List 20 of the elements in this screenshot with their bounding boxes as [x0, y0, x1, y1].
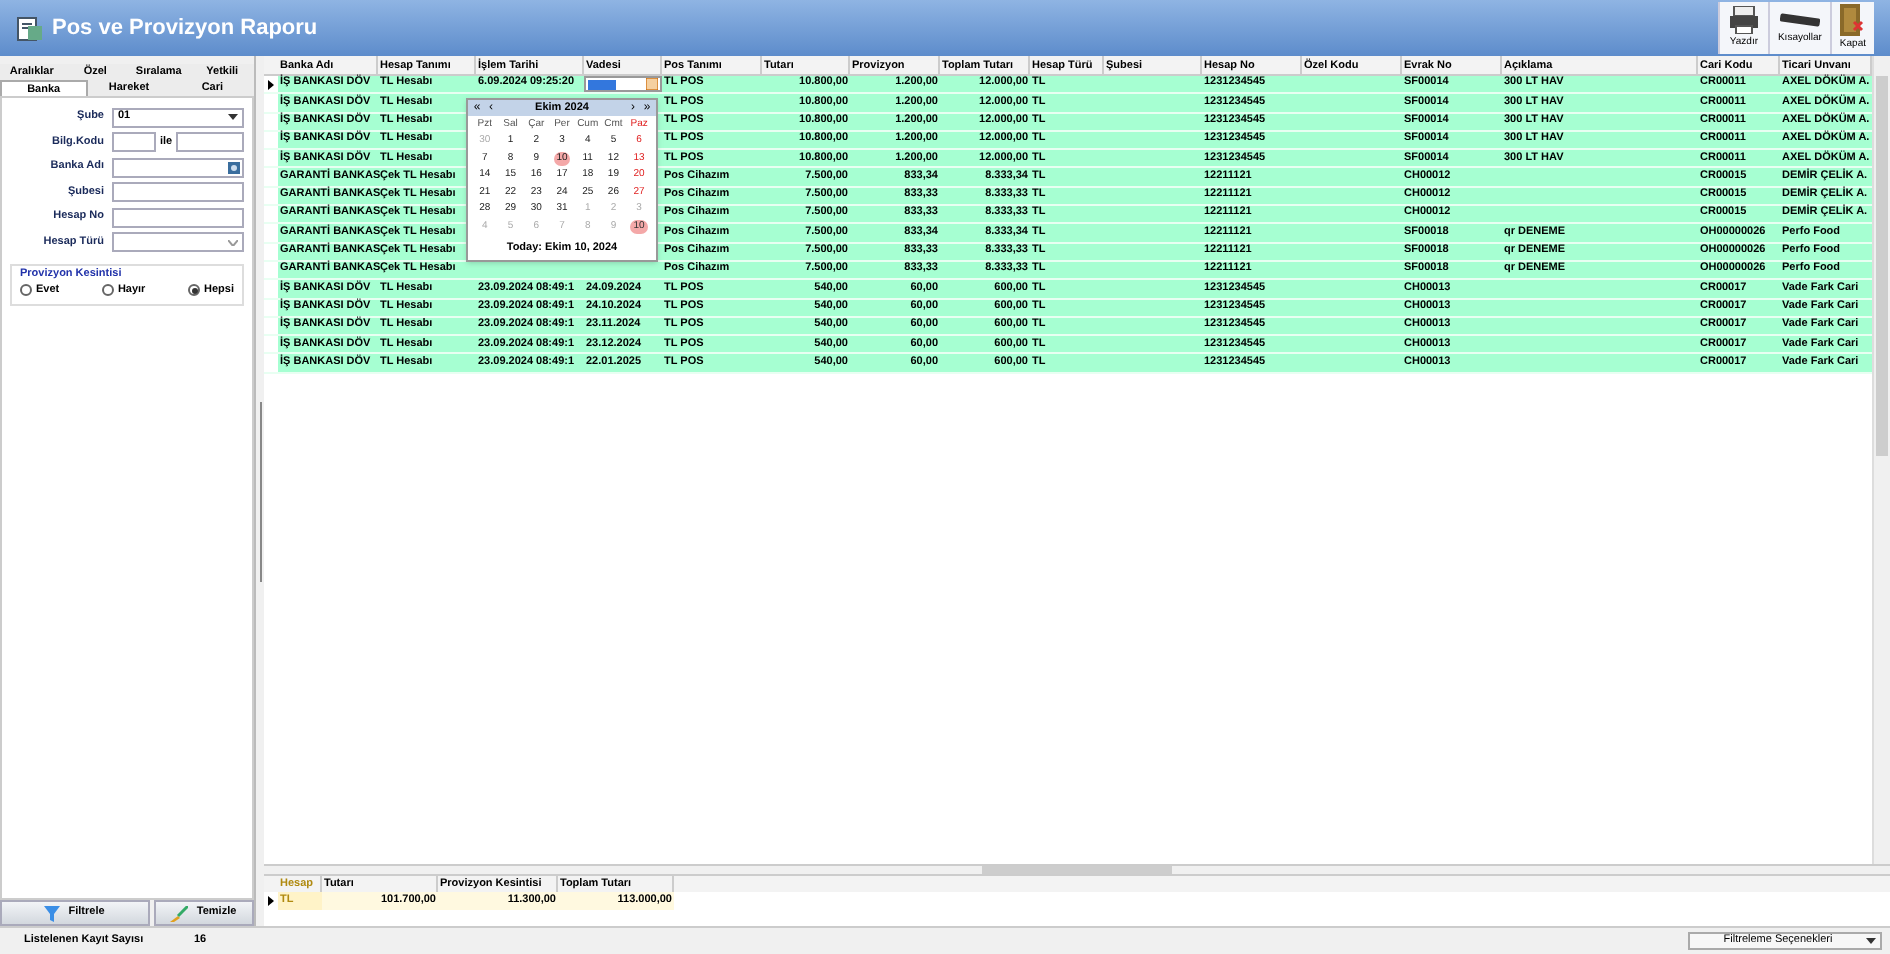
- lookup-icon: [228, 161, 240, 173]
- account-type-dropdown[interactable]: [112, 232, 244, 252]
- text-field[interactable]: [112, 182, 244, 202]
- dropdown-arrow-icon: [228, 114, 238, 120]
- door-exit-icon: [1840, 3, 1865, 36]
- report-icon: [16, 14, 44, 42]
- current-row-icon: [268, 79, 274, 90]
- text-field[interactable]: [112, 132, 156, 152]
- text-field[interactable]: [112, 207, 244, 227]
- calendar-icon: [646, 78, 658, 91]
- row-header[interactable]: [264, 76, 278, 93]
- window-title: Pos ve Provizyon Raporu: [52, 13, 318, 44]
- due-date-editor[interactable]: [584, 76, 662, 93]
- brush-icon: [170, 905, 189, 921]
- vertical-scrollbar[interactable]: [1872, 56, 1890, 864]
- horizontal-scrollbar[interactable]: [264, 864, 1890, 874]
- dropdown-arrow-icon: [1866, 938, 1876, 944]
- text-field[interactable]: [176, 132, 244, 152]
- filter-icon: [44, 905, 61, 921]
- bank-lookup-field[interactable]: [112, 157, 244, 177]
